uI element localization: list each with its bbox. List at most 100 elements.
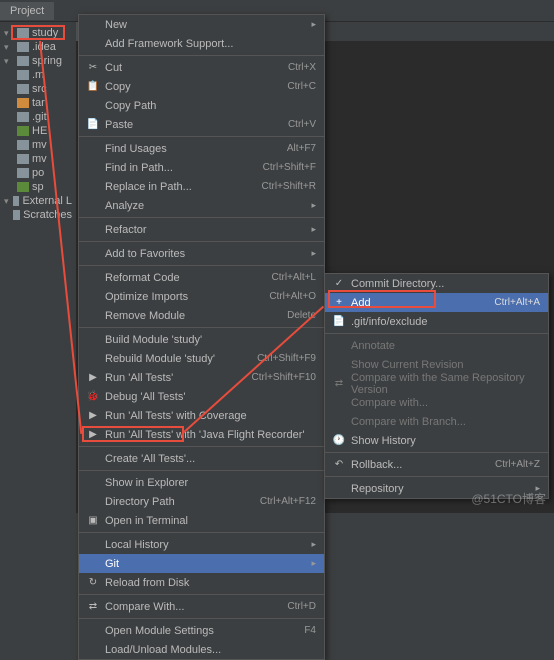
- menu-item[interactable]: ↶Rollback...Ctrl+Alt+Z: [325, 455, 548, 474]
- menu-item[interactable]: Remove ModuleDelete: [79, 306, 324, 325]
- menu-item-label: Remove Module: [101, 310, 287, 322]
- expand-icon: ▾: [4, 42, 14, 53]
- menu-item: Compare with...: [325, 393, 548, 412]
- menu-item[interactable]: Optimize ImportsCtrl+Alt+O: [79, 287, 324, 306]
- menu-item[interactable]: ✂CutCtrl+X: [79, 58, 324, 77]
- folder-icon: [17, 112, 29, 122]
- menu-item[interactable]: Show in Explorer: [79, 473, 324, 492]
- menu-separator: [79, 136, 324, 137]
- menu-item[interactable]: Local History▸: [79, 535, 324, 554]
- menu-item-label: Add Framework Support...: [101, 38, 316, 50]
- menu-item[interactable]: 📋CopyCtrl+C: [79, 77, 324, 96]
- tree-item[interactable]: sp: [2, 180, 74, 194]
- menu-item[interactable]: +AddCtrl+Alt+A: [325, 293, 548, 312]
- tree-item[interactable]: mv: [2, 138, 74, 152]
- context-menu[interactable]: New▸Add Framework Support...✂CutCtrl+X📋C…: [78, 14, 325, 660]
- menu-item[interactable]: Replace in Path...Ctrl+Shift+R: [79, 177, 324, 196]
- menu-item-label: Create 'All Tests'...: [101, 453, 316, 465]
- menu-item-label: Run 'All Tests' with Coverage: [101, 410, 316, 422]
- tree-label: spring: [32, 55, 62, 67]
- menu-item-label: .git/info/exclude: [347, 316, 540, 328]
- menu-item[interactable]: 🐞Debug 'All Tests': [79, 387, 324, 406]
- menu-item[interactable]: 🕐Show History: [325, 431, 548, 450]
- tree-label: study: [32, 27, 58, 39]
- menu-item[interactable]: Load/Unload Modules...: [79, 640, 324, 659]
- menu-separator: [79, 470, 324, 471]
- tree-item[interactable]: .m: [2, 68, 74, 82]
- tree-item[interactable]: .git: [2, 110, 74, 124]
- menu-shortcut: Ctrl+Shift+F10: [252, 372, 316, 383]
- menu-item[interactable]: Rebuild Module 'study'Ctrl+Shift+F9: [79, 349, 324, 368]
- tree-item[interactable]: ▾External L: [2, 194, 74, 208]
- tree-item[interactable]: ▾study: [2, 26, 74, 40]
- menu-item[interactable]: ▶Run 'All Tests'Ctrl+Shift+F10: [79, 368, 324, 387]
- menu-shortcut: Ctrl+Alt+Z: [495, 459, 540, 470]
- menu-item[interactable]: 📄PasteCtrl+V: [79, 115, 324, 134]
- tree-label: .git: [32, 111, 47, 123]
- menu-item[interactable]: Directory PathCtrl+Alt+F12: [79, 492, 324, 511]
- menu-item[interactable]: Add Framework Support...: [79, 34, 324, 53]
- submenu-icon: ▸: [311, 539, 316, 550]
- menu-item[interactable]: ⇄Compare With...Ctrl+D: [79, 597, 324, 616]
- menu-item-icon: ▶: [85, 372, 101, 383]
- menu-item-label: Git: [101, 558, 307, 570]
- tree-label: mv: [32, 139, 47, 151]
- menu-item: Annotate: [325, 336, 548, 355]
- menu-item[interactable]: Reformat CodeCtrl+Alt+L: [79, 268, 324, 287]
- menu-item[interactable]: Analyze▸: [79, 196, 324, 215]
- menu-item-icon: 📋: [85, 81, 101, 92]
- folder-icon: [17, 98, 29, 108]
- menu-item[interactable]: Create 'All Tests'...: [79, 449, 324, 468]
- tree-item[interactable]: tar: [2, 96, 74, 110]
- tree-item[interactable]: HE: [2, 124, 74, 138]
- submenu-icon: ▸: [311, 224, 316, 235]
- expand-icon: ▾: [4, 56, 14, 67]
- menu-shortcut: Ctrl+Shift+R: [262, 181, 316, 192]
- menu-separator: [79, 618, 324, 619]
- menu-item[interactable]: Git ▸: [79, 554, 324, 573]
- menu-item[interactable]: ↻Reload from Disk: [79, 573, 324, 592]
- menu-item-label: Rebuild Module 'study': [101, 353, 257, 365]
- menu-item[interactable]: Open Module SettingsF4: [79, 621, 324, 640]
- menu-item[interactable]: Build Module 'study': [79, 330, 324, 349]
- project-sidebar[interactable]: ▾study▾.idea▾spring.msrctar.gitHEmvmvpos…: [0, 22, 76, 513]
- tree-label: .idea: [32, 41, 56, 53]
- tree-item[interactable]: ▾ .idea: [2, 40, 74, 54]
- menu-item-label: Run 'All Tests': [101, 372, 252, 384]
- menu-item[interactable]: Find in Path...Ctrl+Shift+F: [79, 158, 324, 177]
- tree-item[interactable]: src: [2, 82, 74, 96]
- menu-shortcut: Ctrl+Alt+A: [494, 297, 540, 308]
- menu-item[interactable]: ✓Commit Directory...: [325, 274, 548, 293]
- project-tab[interactable]: Project: [0, 2, 54, 20]
- menu-item: Compare with Branch...: [325, 412, 548, 431]
- menu-item[interactable]: ▣Open in Terminal: [79, 511, 324, 530]
- tree-item[interactable]: Scratches: [2, 208, 74, 222]
- menu-item-label: Reformat Code: [101, 272, 272, 284]
- menu-item-label: Copy Path: [101, 100, 316, 112]
- folder-icon: [17, 126, 29, 136]
- folder-icon: [17, 140, 29, 150]
- menu-item-icon: ✓: [331, 278, 347, 289]
- menu-item[interactable]: Refactor▸: [79, 220, 324, 239]
- menu-separator: [79, 217, 324, 218]
- menu-item[interactable]: 📄.git/info/exclude: [325, 312, 548, 331]
- menu-item-label: Compare With...: [101, 601, 287, 613]
- menu-shortcut: Ctrl+X: [288, 62, 316, 73]
- menu-item-label: Cut: [101, 62, 288, 74]
- tree-item[interactable]: ▾ spring: [2, 54, 74, 68]
- menu-item[interactable]: ▶Run 'All Tests' with Coverage: [79, 406, 324, 425]
- submenu-icon: ▸: [311, 558, 316, 569]
- tree-item[interactable]: po: [2, 166, 74, 180]
- menu-item-label: Reload from Disk: [101, 577, 316, 589]
- menu-item-label: Paste: [101, 119, 288, 131]
- menu-item[interactable]: Copy Path: [79, 96, 324, 115]
- tree-item[interactable]: mv: [2, 152, 74, 166]
- git-submenu[interactable]: ✓Commit Directory...+AddCtrl+Alt+A📄.git/…: [324, 273, 549, 499]
- menu-item-label: Find in Path...: [101, 162, 263, 174]
- menu-item[interactable]: Find UsagesAlt+F7: [79, 139, 324, 158]
- menu-separator: [325, 333, 548, 334]
- menu-item[interactable]: New▸: [79, 15, 324, 34]
- menu-item[interactable]: ▶Run 'All Tests' with 'Java Flight Recor…: [79, 425, 324, 444]
- menu-separator: [79, 446, 324, 447]
- menu-item[interactable]: Add to Favorites▸: [79, 244, 324, 263]
